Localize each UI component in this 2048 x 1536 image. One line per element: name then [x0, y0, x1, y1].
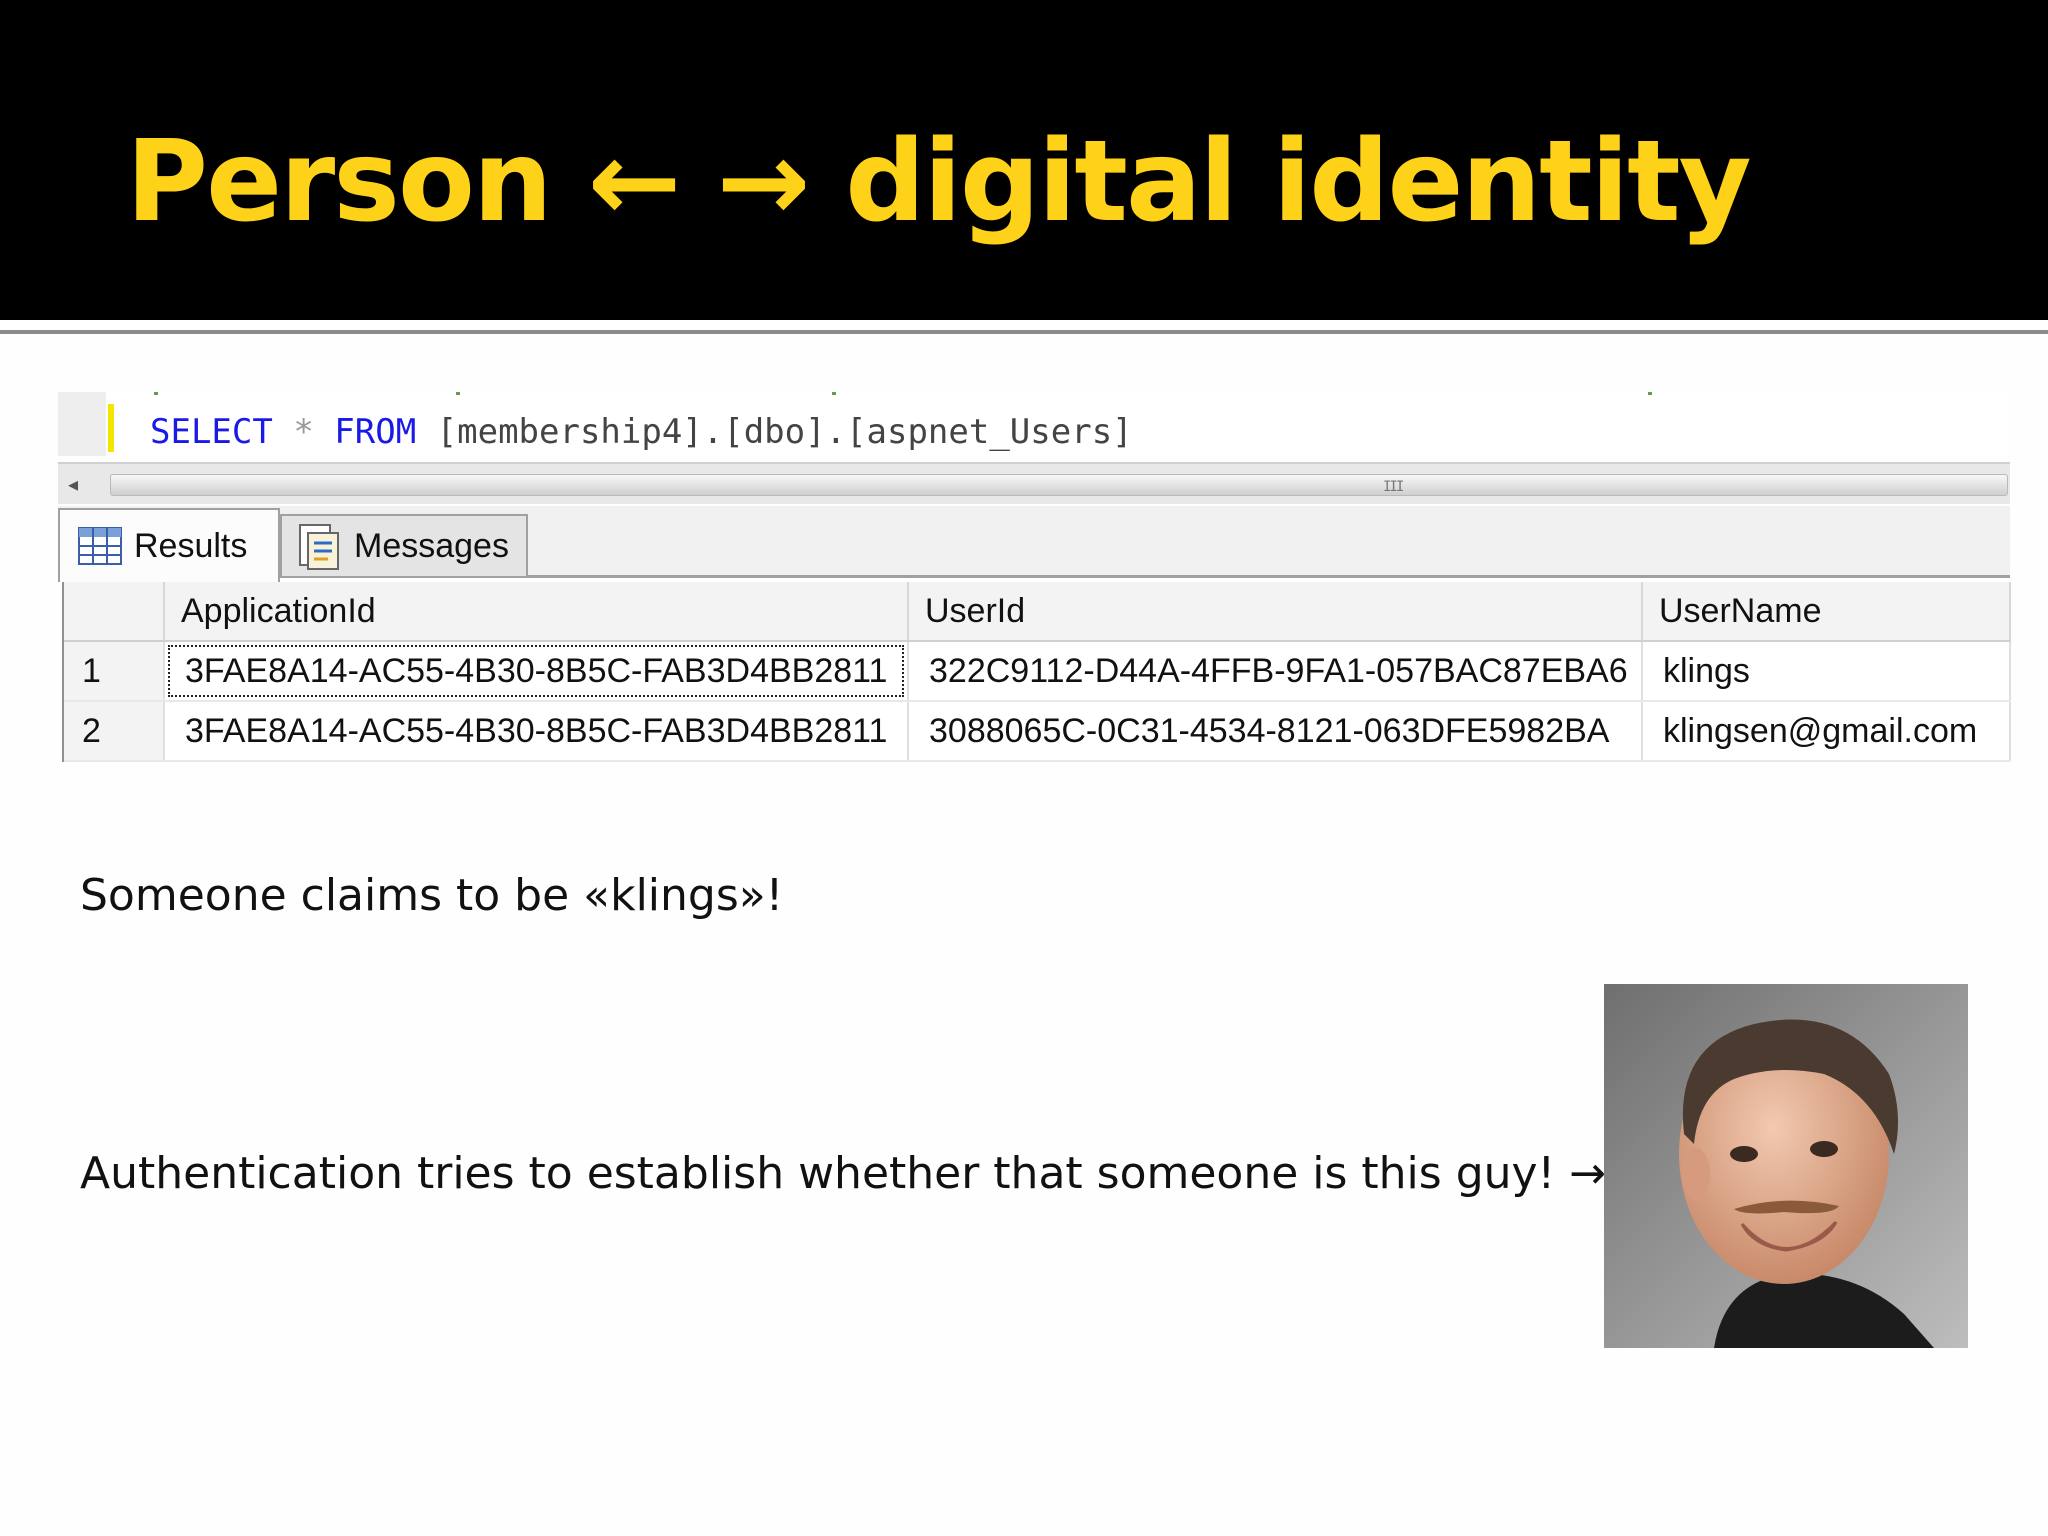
editor-mark	[456, 392, 460, 395]
slide-title: Person ← → digital identity	[126, 117, 1752, 247]
editor-gutter	[58, 392, 106, 456]
tab-messages[interactable]: Messages	[280, 514, 528, 578]
cell-userid[interactable]: 322C9112-D44A-4FFB-9FA1-057BAC87EBA6	[908, 641, 1643, 702]
results-grid[interactable]: ApplicationId UserId UserName 1 3FAE8A14…	[62, 582, 2011, 762]
scrollbar-thumb[interactable]: III	[110, 474, 2008, 496]
sql-table-name: [membership4].[dbo].[aspnet_Users]	[436, 412, 1133, 452]
slide-header: Person ← → digital identity	[0, 0, 2048, 320]
authentication-text: Authentication tries to establish whethe…	[80, 1148, 1607, 1199]
sql-keyword-from: FROM	[334, 412, 417, 452]
cell-userid[interactable]: 3088065C-0C31-4534-8121-063DFE5982BA	[908, 701, 1643, 762]
claim-text: Someone claims to be «klings»!	[80, 870, 784, 921]
row-number[interactable]: 2	[64, 701, 165, 762]
tab-messages-label: Messages	[354, 526, 509, 565]
grid-icon	[78, 527, 122, 565]
table-row[interactable]: 2 3FAE8A14-AC55-4B30-8B5C-FAB3D4BB2811 3…	[64, 701, 2011, 762]
header-divider-line	[0, 330, 2048, 334]
grid-corner[interactable]	[64, 582, 165, 642]
editor-mark	[154, 392, 158, 395]
tab-results-label: Results	[134, 526, 248, 565]
horizontal-scrollbar[interactable]: ◂ III	[58, 462, 2010, 504]
header-divider	[0, 320, 2048, 326]
table-row[interactable]: 1 3FAE8A14-AC55-4B30-8B5C-FAB3D4BB2811 3…	[64, 641, 2011, 702]
sql-star: *	[293, 412, 314, 452]
tab-results[interactable]: Results	[58, 508, 280, 582]
cell-applicationid[interactable]: 3FAE8A14-AC55-4B30-8B5C-FAB3D4BB2811	[164, 701, 909, 762]
sql-editor[interactable]: SELECT * FROM [membership4].[dbo].[aspne…	[58, 392, 2010, 456]
cell-applicationid[interactable]: 3FAE8A14-AC55-4B30-8B5C-FAB3D4BB2811	[164, 641, 909, 702]
cell-username[interactable]: klings	[1642, 641, 2011, 702]
scroll-left-arrow-icon[interactable]: ◂	[68, 472, 78, 496]
scrollbar-grip-icon: III	[1383, 479, 1404, 495]
editor-change-marker	[108, 404, 114, 452]
messages-icon	[299, 524, 339, 570]
editor-mark	[1648, 392, 1652, 395]
grid-header-row: ApplicationId UserId UserName	[64, 582, 2011, 642]
column-header-userid[interactable]: UserId	[908, 582, 1643, 642]
sql-keyword-select: SELECT	[150, 412, 273, 452]
cell-username[interactable]: klingsen@gmail.com	[1642, 701, 2011, 762]
editor-mark	[832, 392, 836, 395]
column-header-applicationid[interactable]: ApplicationId	[164, 582, 909, 642]
column-header-username[interactable]: UserName	[1642, 582, 2011, 642]
row-number[interactable]: 1	[64, 641, 165, 702]
person-photo	[1604, 984, 1968, 1348]
results-tabbar: Results Messages	[58, 506, 2010, 582]
sql-query[interactable]: SELECT * FROM [membership4].[dbo].[aspne…	[150, 412, 1133, 452]
